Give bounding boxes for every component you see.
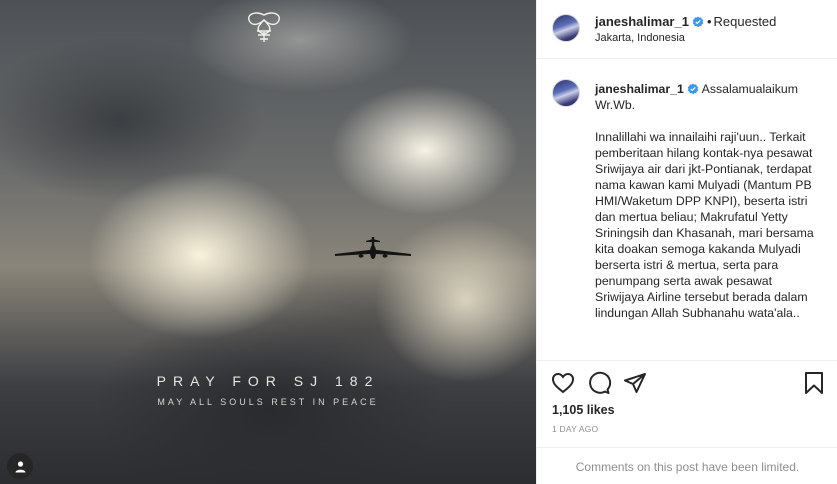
caption: janeshalimar_1 Assalamualaikum Wr.Wb. In… bbox=[595, 81, 823, 337]
likes-count[interactable]: 1,105 likes bbox=[552, 403, 615, 417]
post-timestamp[interactable]: 1 DAY AGO bbox=[552, 424, 598, 434]
action-bar: 1,105 likes 1 DAY AGO Comments on this p… bbox=[537, 360, 837, 484]
bookmark-icon[interactable] bbox=[802, 371, 826, 395]
comment-bubble-icon[interactable] bbox=[587, 371, 611, 395]
location-link[interactable]: Jakarta, Indonesia bbox=[595, 32, 685, 44]
airplane-silhouette-icon bbox=[335, 237, 411, 259]
follow-requested-button[interactable]: Requested bbox=[714, 14, 777, 29]
instagram-post: PRAY FOR SJ 182 MAY ALL SOULS REST IN PE… bbox=[0, 0, 837, 484]
caption-avatar[interactable] bbox=[552, 79, 580, 107]
ornament-knot-icon bbox=[248, 12, 280, 42]
paper-plane-icon[interactable] bbox=[623, 371, 647, 395]
post-side-panel: janeshalimar_1 • Requested Jakarta, Indone… bbox=[536, 0, 837, 484]
caption-body: Innalillahi wa innailaihi raji'uun.. Ter… bbox=[595, 130, 814, 320]
separator-dot: • bbox=[706, 14, 712, 29]
comments-limited-bar: Comments on this post have been limited. bbox=[537, 447, 837, 484]
heart-icon[interactable] bbox=[551, 371, 575, 395]
post-header: janeshalimar_1 • Requested Jakarta, Indone… bbox=[537, 0, 837, 59]
avatar[interactable] bbox=[552, 14, 580, 42]
post-image[interactable]: PRAY FOR SJ 182 MAY ALL SOULS REST IN PE… bbox=[0, 0, 536, 484]
comments-limited-notice: Comments on this post have been limited. bbox=[575, 460, 800, 474]
caption-username[interactable]: janeshalimar_1 bbox=[595, 82, 684, 96]
user-tag-icon bbox=[15, 460, 25, 472]
verified-badge-icon bbox=[687, 83, 699, 95]
username-link[interactable]: janeshalimar_1 bbox=[595, 14, 689, 29]
verified-badge-icon bbox=[692, 16, 704, 28]
image-subtitle: MAY ALL SOULS REST IN PEACE bbox=[157, 397, 379, 407]
caption-first-line: janeshalimar_1 Assalamualaikum Wr.Wb. bbox=[595, 81, 823, 113]
header-name-row: janeshalimar_1 • Requested bbox=[595, 13, 776, 31]
image-title: PRAY FOR SJ 182 bbox=[156, 373, 380, 389]
caption-area: janeshalimar_1 Assalamualaikum Wr.Wb. In… bbox=[537, 59, 837, 360]
user-tag-button[interactable] bbox=[7, 453, 33, 479]
